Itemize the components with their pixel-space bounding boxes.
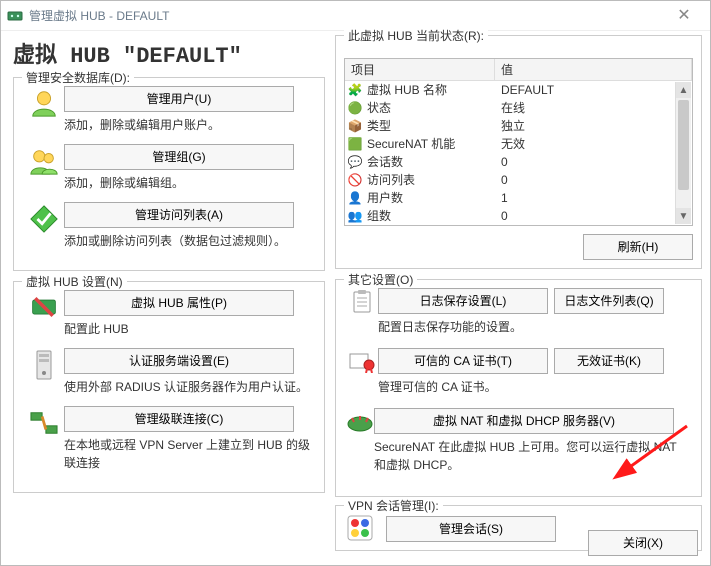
ca-cert-desc: 管理可信的 CA 证书。 [378,378,664,396]
security-db-group: 管理安全数据库(D): 管理用户(U) 添加，删除或编辑用户账户。 管理组(G)… [13,77,325,271]
status-row-key: 虚拟 HUB 名称 [365,81,495,99]
status-scrollbar[interactable]: ▲ ▼ [675,82,691,224]
status-group: 此虚拟 HUB 当前状态(R): 项目 值 🧩虚拟 HUB 名称DEFAULT🟢… [335,35,702,269]
status-row-icon: 👥 [345,207,365,225]
status-row-icon: 🚫 [345,171,365,189]
manage-groups-button[interactable]: 管理组(G) [64,144,294,170]
status-row-icon: 🟢 [345,99,365,117]
window-close-button[interactable]: ✕ [664,1,704,31]
status-row[interactable]: 📦类型独立 [345,117,692,135]
status-row-key: 会话数 [365,153,495,171]
manage-users-button[interactable]: 管理用户(U) [64,86,294,112]
hub-settings-group: 虚拟 HUB 设置(N) 虚拟 HUB 属性(P) 配置此 HUB 认证服务端设… [13,281,325,493]
status-row-value: 0 [495,153,692,171]
hub-settings-label: 虚拟 HUB 设置(N) [22,273,127,290]
ca-cert-button[interactable]: 可信的 CA 证书(T) [378,348,548,374]
hub-properties-button[interactable]: 虚拟 HUB 属性(P) [64,290,294,316]
log-settings-button[interactable]: 日志保存设置(L) [378,288,548,314]
hub-title: 虚拟 HUB "DEFAULT" [13,37,325,69]
scroll-up-button[interactable]: ▲ [676,82,691,98]
status-row-value: 0 [495,225,692,226]
virtual-nat-dhcp-desc: SecureNAT 在此虚拟 HUB 上可用。您可以运行虚拟 NAT 和虚拟 D… [374,438,691,474]
status-row[interactable]: 👤用户数1 [345,189,692,207]
certificate-icon [346,348,378,376]
router-icon [346,408,374,436]
other-settings-label: 其它设置(O) [344,271,417,288]
manage-groups-desc: 添加，删除或编辑组。 [64,174,314,192]
status-row[interactable]: 💬会话数0 [345,153,692,171]
vpn-sessions-label: VPN 会话管理(I): [344,497,443,514]
status-row-key: 组数 [365,207,495,225]
manage-sessions-button[interactable]: 管理会话(S) [386,516,556,542]
status-row[interactable]: 🟢状态在线 [345,99,692,117]
refresh-button[interactable]: 刷新(H) [583,234,693,260]
status-row-icon: 📋 [345,225,365,226]
status-row-value: 无效 [495,135,692,153]
scroll-thumb[interactable] [678,100,689,190]
sessions-icon [346,514,376,544]
status-row-icon: 👤 [345,189,365,207]
status-row-value: 在线 [495,99,692,117]
app-icon [7,8,23,24]
status-row[interactable]: 🟩SecureNAT 机能无效 [345,135,692,153]
status-table: 项目 值 🧩虚拟 HUB 名称DEFAULT🟢状态在线📦类型独立🟩SecureN… [344,58,693,226]
checkmark-icon [24,202,64,236]
user-icon [24,86,64,120]
manage-acl-desc: 添加或删除访问列表（数据包过滤规则）。 [64,232,314,250]
window-title: 管理虚拟 HUB - DEFAULT [29,1,169,31]
status-row[interactable]: 👥组数0 [345,207,692,225]
security-db-label: 管理安全数据库(D): [22,69,134,86]
group-icon [24,144,64,178]
status-row-icon: 💬 [345,153,365,171]
manage-users-desc: 添加，删除或编辑用户账户。 [64,116,314,134]
hub-properties-desc: 配置此 HUB [64,320,314,338]
col-header-item[interactable]: 项目 [345,59,495,80]
status-row-value: 1 [495,189,692,207]
status-row-value: 0 [495,207,692,225]
invalid-cert-button[interactable]: 无效证书(K) [554,348,664,374]
close-button[interactable]: 关闭(X) [588,530,698,556]
cascade-icon [24,406,64,440]
status-row-key: 类型 [365,117,495,135]
status-row-icon: 🟩 [345,135,365,153]
status-row-key: 访问列表 [365,171,495,189]
status-row-key: 用户数 [365,189,495,207]
manage-acl-button[interactable]: 管理访问列表(A) [64,202,294,228]
log-settings-desc: 配置日志保存功能的设置。 [378,318,664,336]
status-row-value: DEFAULT [495,81,692,99]
status-row-key: SecureNAT 机能 [365,135,495,153]
status-row-icon: 🧩 [345,81,365,99]
status-row-key: 状态 [365,99,495,117]
auth-server-button[interactable]: 认证服务端设置(E) [64,348,294,374]
status-label: 此虚拟 HUB 当前状态(R): [344,27,488,44]
status-row-key: MAC 表数 [365,225,495,226]
virtual-nat-dhcp-button[interactable]: 虚拟 NAT 和虚拟 DHCP 服务器(V) [374,408,674,434]
status-row[interactable]: 📋MAC 表数0 [345,225,692,226]
status-row[interactable]: 🧩虚拟 HUB 名称DEFAULT [345,81,692,99]
col-header-value[interactable]: 值 [495,59,692,80]
hub-prop-icon [24,290,64,324]
other-settings-group: 其它设置(O) 日志保存设置(L) 日志文件列表(Q) 配置日志保存功能的设置。 [335,279,702,497]
cascade-button[interactable]: 管理级联连接(C) [64,406,294,432]
status-row-value: 0 [495,171,692,189]
auth-server-desc: 使用外部 RADIUS 认证服务器作为用户认证。 [64,378,314,396]
scroll-down-button[interactable]: ▼ [676,208,691,224]
status-row-icon: 📦 [345,117,365,135]
clipboard-icon [346,288,378,316]
cascade-desc: 在本地或远程 VPN Server 上建立到 HUB 的级联连接 [64,436,314,472]
status-row[interactable]: 🚫访问列表0 [345,171,692,189]
log-file-list-button[interactable]: 日志文件列表(Q) [554,288,664,314]
status-row-value: 独立 [495,117,692,135]
server-icon [24,348,64,382]
